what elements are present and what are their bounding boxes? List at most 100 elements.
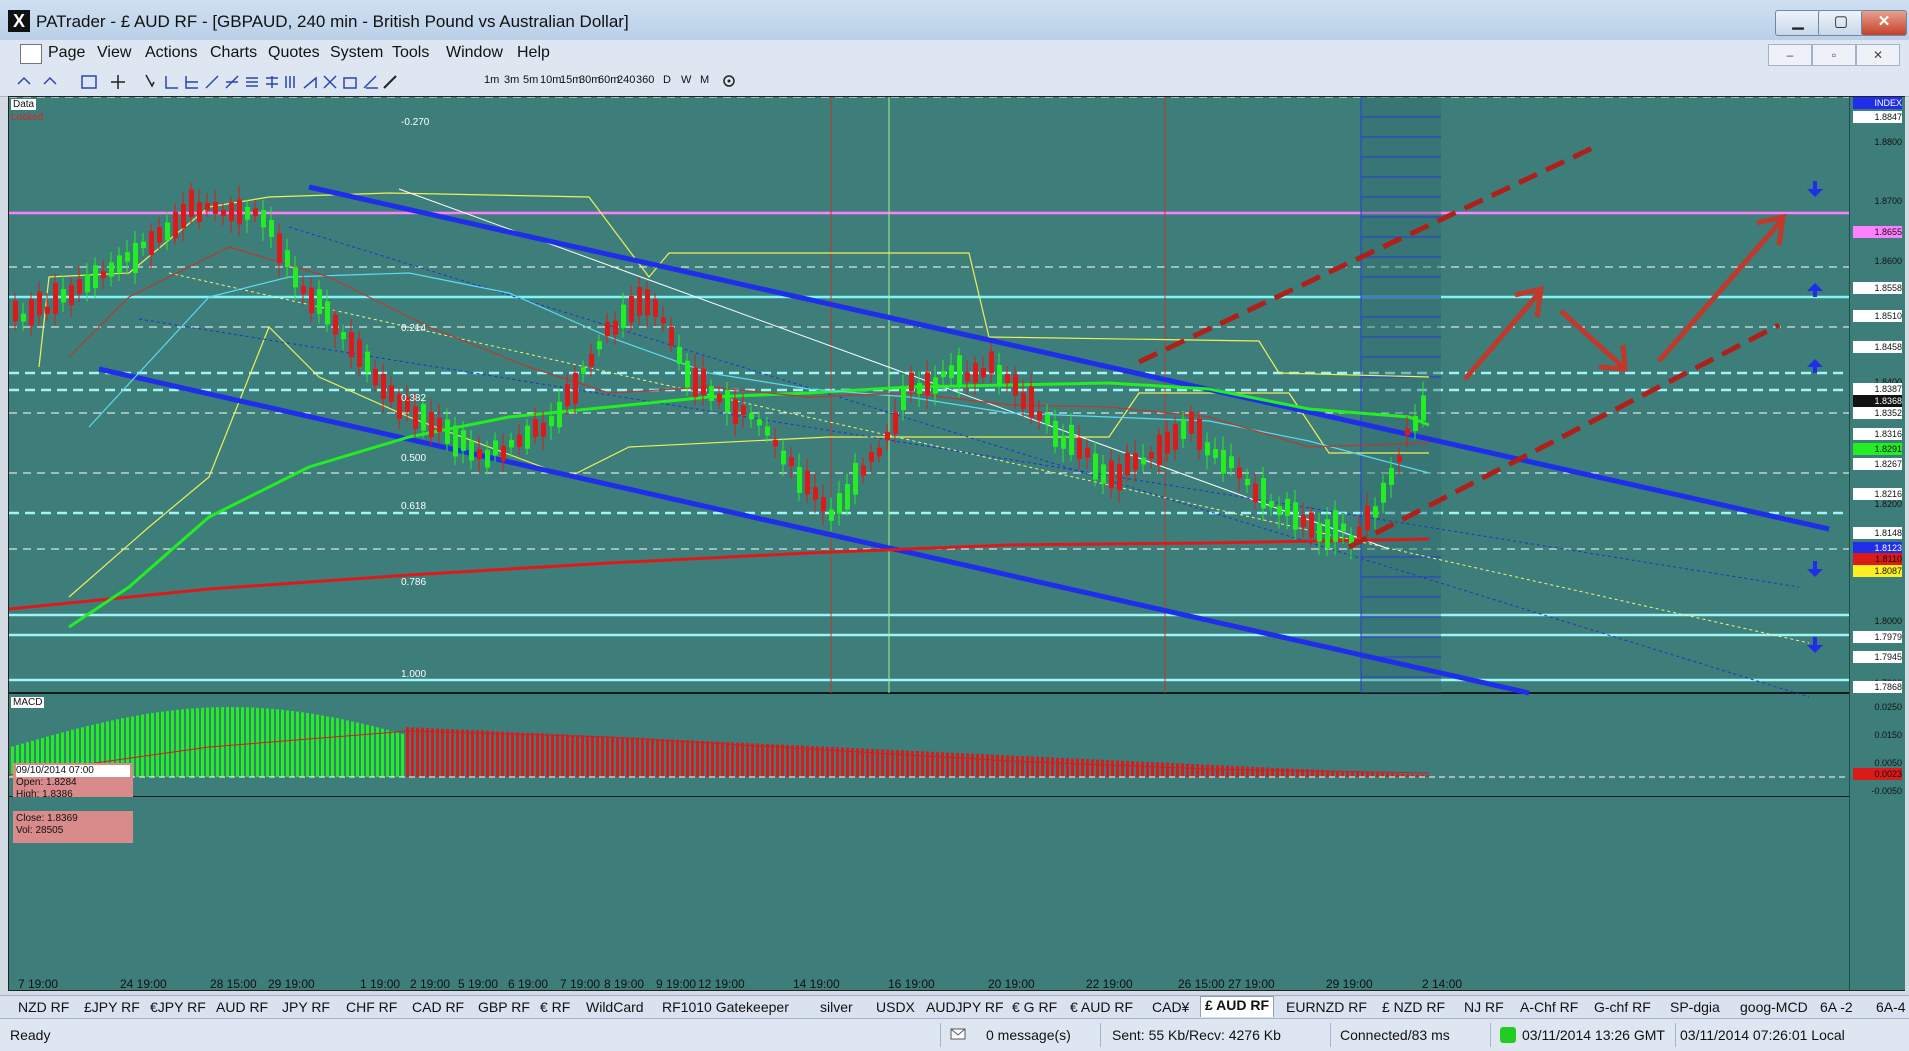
macd-bar <box>771 744 774 777</box>
macd-bar <box>606 736 609 777</box>
tf-5m[interactable]: 5m <box>523 74 538 86</box>
chart-tab[interactable]: £JPY RF <box>84 999 140 1015</box>
candle-body <box>173 211 178 239</box>
clock-icon[interactable] <box>722 74 736 88</box>
time-axis[interactable] <box>9 797 1849 811</box>
chart-tab[interactable]: GBP RF <box>478 999 530 1015</box>
macd-bar <box>241 707 244 777</box>
candle-body <box>781 450 786 465</box>
time-tick-label: 20 19:00 <box>988 977 1035 991</box>
menu-page[interactable]: Page <box>48 44 85 62</box>
fib-level-label: 0.214 <box>401 323 427 334</box>
candle-body <box>861 465 866 476</box>
chart-tab[interactable]: silver <box>820 999 853 1015</box>
macd-bar <box>446 728 449 777</box>
tf-3m[interactable]: 3m <box>504 74 519 86</box>
chart-tab[interactable]: A-Chf RF <box>1520 999 1578 1015</box>
menu-view[interactable]: View <box>97 44 131 62</box>
macd-bar <box>211 707 214 777</box>
chart-tab[interactable]: CAD¥ <box>1152 999 1189 1015</box>
status-messages[interactable]: 0 message(s) <box>986 1027 1071 1043</box>
chart-tab[interactable]: NZD RF <box>18 999 69 1015</box>
mail-icon[interactable] <box>950 1028 966 1040</box>
mdi-restore-button[interactable]: ▫ <box>1812 44 1856 66</box>
chart-tab[interactable]: goog-MCD <box>1740 999 1808 1015</box>
chart-tab[interactable]: CHF RF <box>346 999 397 1015</box>
candle-body <box>53 283 58 315</box>
chart-tab[interactable]: JPY RF <box>282 999 330 1015</box>
macd-bar <box>411 727 414 777</box>
chart-tab[interactable]: SP-dgia <box>1670 999 1720 1015</box>
macd-bar <box>251 707 254 777</box>
candle-body <box>821 497 826 512</box>
menu-window[interactable]: Window <box>446 44 503 62</box>
data-label[interactable]: Data <box>11 99 37 110</box>
tf-daily[interactable]: D <box>663 74 671 86</box>
chart-tab[interactable]: EURNZD RF <box>1286 999 1367 1015</box>
chart-tab[interactable]: € AUD RF <box>1070 999 1133 1015</box>
chart-tab[interactable]: NJ RF <box>1464 999 1504 1015</box>
chart-tab[interactable]: £ NZD RF <box>1382 999 1445 1015</box>
tf-weekly[interactable]: W <box>681 74 691 86</box>
tf-1m[interactable]: 1m <box>484 74 499 86</box>
macd-bar <box>951 752 954 777</box>
menu-help[interactable]: Help <box>517 44 550 62</box>
maximize-button[interactable]: ▢ <box>1818 10 1864 36</box>
chart-tab[interactable]: € G RF <box>1012 999 1057 1015</box>
chart-tab[interactable]: 6A-4 <box>1876 999 1906 1015</box>
chart-tab[interactable]: G-chf RF <box>1594 999 1651 1015</box>
macd-bar <box>356 722 359 777</box>
mdi-close-button[interactable]: ✕ <box>1856 44 1900 66</box>
close-button[interactable]: ✕ <box>1861 10 1907 36</box>
macd-bar <box>1416 774 1419 777</box>
candle-body <box>1397 455 1402 463</box>
candle-body <box>501 445 506 461</box>
tf-360[interactable]: 360 <box>636 74 654 86</box>
minimize-button[interactable]: ▁ <box>1775 10 1821 36</box>
candle-body <box>77 279 82 295</box>
macd-label[interactable]: MACD <box>11 697 45 708</box>
tf-monthly[interactable]: M <box>700 74 709 86</box>
price-label: 1.8558 <box>1853 282 1902 294</box>
menu-system[interactable]: System <box>330 44 383 62</box>
candle-body <box>837 493 842 514</box>
chart-tab[interactable]: CAD RF <box>412 999 464 1015</box>
menu-quotes[interactable]: Quotes <box>268 44 320 62</box>
mdi-minimize-button[interactable]: – <box>1768 44 1812 66</box>
chart-tab[interactable]: RF1010 Gatekeeper <box>662 999 789 1015</box>
macd-bar <box>1056 757 1059 777</box>
menu-charts[interactable]: Charts <box>210 44 257 62</box>
chart-panel[interactable]: Data Locked -0.270 0.214 0.382 0.500 0.6… <box>8 96 1905 991</box>
chart-tab[interactable]: £ AUD RF <box>1200 996 1275 1017</box>
chart-tab[interactable]: AUDJPY RF <box>926 999 1004 1015</box>
tf-10m[interactable]: 10m <box>540 74 561 86</box>
macd-bar <box>621 737 624 777</box>
chart-tab[interactable]: € RF <box>540 999 570 1015</box>
candle-body <box>349 332 354 358</box>
chart-tab[interactable]: 6A -2 <box>1820 999 1853 1015</box>
price-chart[interactable] <box>9 97 1904 990</box>
menu-tools[interactable]: Tools <box>392 44 429 62</box>
chart-doc-icon[interactable] <box>20 44 42 64</box>
price-label: 1.7979 <box>1853 631 1902 643</box>
macd-bar <box>1161 762 1164 777</box>
macd-bar <box>836 747 839 777</box>
macd-bar <box>326 716 329 777</box>
time-tick-label: 26 15:00 <box>1178 977 1225 991</box>
tf-240[interactable]: 240 <box>617 74 635 86</box>
macd-bar <box>936 752 939 777</box>
candle-body <box>253 208 258 217</box>
macd-bar <box>1221 765 1224 777</box>
chart-tab[interactable]: WildCard <box>586 999 644 1015</box>
macd-bar <box>1261 767 1264 777</box>
chart-tab[interactable]: €JPY RF <box>150 999 206 1015</box>
macd-bar <box>941 752 944 777</box>
macd-bar <box>1281 768 1284 777</box>
macd-bar <box>671 739 674 777</box>
macd-bar <box>166 710 169 777</box>
menu-actions[interactable]: Actions <box>145 44 197 62</box>
candle-body <box>413 406 418 429</box>
chart-tab[interactable]: USDX <box>876 999 915 1015</box>
candle-body <box>229 202 234 221</box>
chart-tab[interactable]: AUD RF <box>216 999 268 1015</box>
